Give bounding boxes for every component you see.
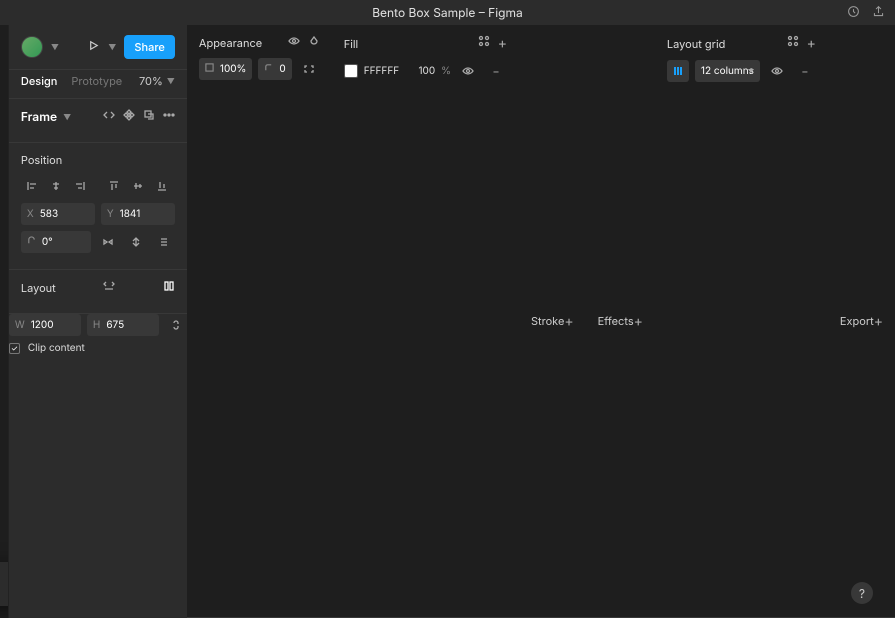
- visibility-icon[interactable]: [288, 35, 300, 50]
- add-effect-icon[interactable]: +: [634, 313, 643, 330]
- opacity-input[interactable]: 100%: [199, 58, 253, 80]
- more-position-icon[interactable]: [153, 231, 175, 253]
- dev-ready-icon[interactable]: [103, 109, 115, 124]
- export-title: Export: [840, 314, 874, 328]
- canvas[interactable]: Bento 1200 × 675 Columns ▼ Count 12: [0, 25, 8, 618]
- effects-section: Effects +: [586, 25, 655, 618]
- pen-tool[interactable]: [0, 568, 8, 600]
- clock-icon[interactable]: [847, 5, 860, 21]
- component-icon[interactable]: [123, 109, 135, 124]
- position-title: Position: [21, 153, 62, 167]
- fill-remove-icon[interactable]: −: [485, 60, 507, 82]
- rotation-input[interactable]: 0°: [21, 231, 91, 253]
- autolayout-v-icon[interactable]: [103, 280, 115, 295]
- align-bottom[interactable]: [151, 175, 173, 197]
- avatar-chevron[interactable]: ▼: [51, 42, 59, 52]
- titlebar: Bento Box Sample – Figma: [0, 0, 895, 25]
- stroke-title: Stroke: [531, 314, 564, 328]
- copy-icon[interactable]: [143, 109, 155, 124]
- add-export-icon[interactable]: +: [874, 313, 883, 330]
- align-top[interactable]: [103, 175, 125, 197]
- grid-remove-icon[interactable]: −: [794, 60, 816, 82]
- flip-v-icon[interactable]: [125, 231, 147, 253]
- clip-label: Clip content: [28, 342, 85, 354]
- present-chevron[interactable]: ▼: [108, 42, 116, 52]
- y-input[interactable]: Y1841: [101, 203, 175, 225]
- fill-title: Fill: [344, 37, 359, 51]
- add-fill-icon[interactable]: +: [498, 35, 507, 52]
- fill-visibility-icon[interactable]: [457, 60, 479, 82]
- grid-styles-icon[interactable]: [787, 35, 799, 52]
- fill-alpha[interactable]: 100: [405, 65, 435, 77]
- layout-grid-title: Layout grid: [667, 37, 725, 51]
- frame-chevron[interactable]: ▼: [63, 112, 71, 122]
- x-input[interactable]: X583: [21, 203, 95, 225]
- effects-title: Effects: [598, 314, 634, 328]
- add-stroke-icon[interactable]: +: [564, 313, 573, 330]
- radius-individual-icon[interactable]: [298, 58, 320, 80]
- present-button[interactable]: [87, 39, 100, 55]
- constrain-icon[interactable]: [165, 314, 187, 336]
- share-button[interactable]: Share: [124, 35, 174, 59]
- height-input[interactable]: H675: [87, 314, 159, 336]
- tab-prototype[interactable]: Prototype: [71, 74, 122, 88]
- fill-swatch[interactable]: [344, 64, 358, 78]
- right-panel: ▼ ▼ Share Design Prototype 70%▼ Frame ▼: [8, 25, 187, 618]
- help-button[interactable]: ?: [851, 582, 873, 604]
- appearance-title: Appearance: [199, 36, 262, 50]
- width-input[interactable]: W1200: [9, 314, 81, 336]
- align-right[interactable]: [69, 175, 91, 197]
- avatar[interactable]: [21, 36, 43, 58]
- fill-hex[interactable]: FFFFFF: [364, 65, 399, 77]
- tab-design[interactable]: Design: [21, 74, 58, 88]
- export-section: Export +: [828, 25, 895, 618]
- more-icon[interactable]: [163, 109, 175, 124]
- stroke-section: Stroke +: [519, 25, 586, 618]
- autolayout-h-icon[interactable]: [163, 280, 175, 295]
- document-title: Bento Box Sample – Figma: [372, 5, 523, 20]
- clip-checkbox[interactable]: ✓: [9, 343, 20, 354]
- align-hcenter[interactable]: [45, 175, 67, 197]
- flip-h-icon[interactable]: [97, 231, 119, 253]
- styles-icon[interactable]: [478, 35, 490, 52]
- add-grid-icon[interactable]: +: [807, 35, 816, 52]
- export-icon[interactable]: [872, 5, 885, 21]
- align-vcenter[interactable]: [127, 175, 149, 197]
- radius-input[interactable]: 0: [258, 58, 291, 80]
- toolbar: ▼ ▼ ▼ ▼: [0, 562, 8, 606]
- grid-visibility-icon[interactable]: [766, 60, 788, 82]
- layout-title: Layout: [21, 281, 56, 295]
- grid-value-select[interactable]: 12 columns: [695, 60, 760, 82]
- align-left[interactable]: [21, 175, 43, 197]
- frame-type-label[interactable]: Frame: [21, 109, 57, 124]
- fill-pct: %: [441, 65, 451, 77]
- blend-icon[interactable]: [308, 35, 320, 50]
- grid-type-icon[interactable]: [667, 60, 689, 82]
- zoom-control[interactable]: 70%▼: [139, 74, 175, 88]
